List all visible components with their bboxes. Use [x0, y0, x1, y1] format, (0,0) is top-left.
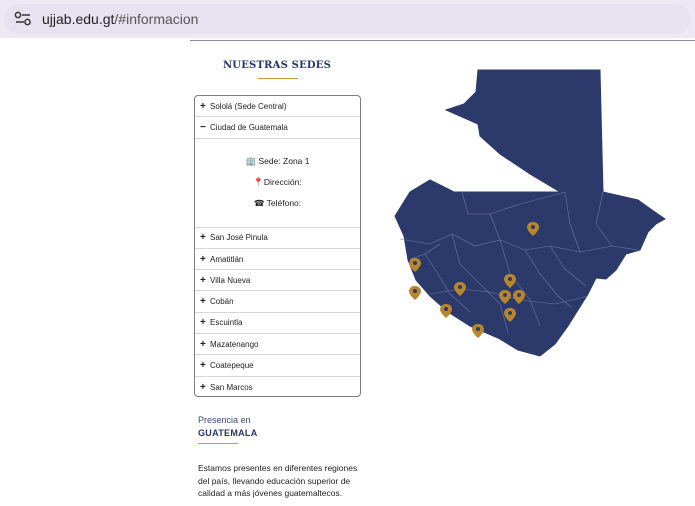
accordion-label: Mazatenango — [210, 339, 259, 349]
expand-icon: + — [200, 360, 206, 372]
expand-icon: + — [200, 253, 206, 265]
accordion-item-villa-nueva[interactable]: + Villa Nueva — [195, 270, 360, 292]
accordion-item-amatitlan[interactable]: + Amatitlán — [195, 249, 360, 271]
pin-icon — [472, 324, 484, 338]
accordion-label: Amatitlán — [210, 254, 244, 264]
direccion-info: 📍Dirección: — [253, 176, 302, 187]
pin-icon — [409, 286, 421, 300]
accordion-item-solola[interactable]: + Sololá (Sede Central) — [195, 96, 360, 118]
header-divider — [190, 40, 695, 41]
title-underline — [258, 78, 298, 79]
accordion-label: San José Pinula — [210, 233, 268, 243]
accordion-item-ciudad-de-guatemala[interactable]: − Ciudad de Guatemala — [195, 117, 360, 139]
accordion-item-escuintla[interactable]: + Escuintla — [195, 313, 360, 335]
sede-info: 🏢 Sede: Zona 1 — [245, 155, 310, 166]
expand-icon: + — [200, 274, 206, 286]
accordion-label: Ciudad de Guatemala — [210, 122, 288, 132]
section-title: NUESTRAS SEDES — [222, 60, 332, 71]
presence-label: Presencia en — [198, 415, 251, 425]
accordion-label: San Marcos — [210, 382, 253, 392]
url-text: ujjab.edu.gt/#informacion — [42, 11, 198, 27]
presence-underline — [198, 443, 238, 444]
accordion-label: Coatepeque — [210, 361, 254, 371]
expand-icon: + — [200, 232, 206, 244]
accordion-label: Sololá (Sede Central) — [210, 101, 287, 111]
accordion-item-coban[interactable]: + Cobán — [195, 291, 360, 313]
accordion-panel-ciudad-de-guatemala: 🏢 Sede: Zona 1 📍Dirección: ☎ Teléfono: — [195, 139, 360, 228]
accordion-label: Cobán — [210, 297, 234, 307]
browser-address-bar: ujjab.edu.gt/#informacion — [0, 0, 695, 38]
expand-icon: + — [200, 381, 206, 393]
url-host: ujjab.edu.gt — [42, 11, 115, 27]
url-field[interactable]: ujjab.edu.gt/#informacion — [4, 4, 691, 34]
accordion-label: Escuintla — [210, 318, 243, 328]
telefono-info: ☎ Teléfono: — [253, 197, 302, 208]
sedes-accordion: + Sololá (Sede Central) − Ciudad de Guat… — [194, 95, 361, 397]
site-settings-icon[interactable] — [14, 11, 32, 27]
collapse-icon: − — [200, 121, 206, 133]
accordion-item-san-marcos[interactable]: + San Marcos — [195, 377, 360, 396]
expand-icon: + — [200, 100, 206, 112]
expand-icon: + — [200, 296, 206, 308]
expand-icon: + — [200, 338, 206, 350]
accordion-item-coatepeque[interactable]: + Coatepeque — [195, 355, 360, 377]
presence-description: Estamos presentes en diferentes regiones… — [198, 463, 358, 498]
pin-icon — [440, 304, 452, 318]
accordion-item-san-jose-pinula[interactable]: + San José Pinula — [195, 228, 360, 249]
guatemala-map — [394, 69, 666, 357]
presence-country: GUATEMALA — [198, 428, 258, 438]
accordion-item-mazatenango[interactable]: + Mazatenango — [195, 334, 360, 356]
guatemala-outline — [394, 69, 666, 357]
expand-icon: + — [200, 317, 206, 329]
accordion-label: Villa Nueva — [210, 275, 251, 285]
url-path: /#informacion — [114, 11, 199, 27]
